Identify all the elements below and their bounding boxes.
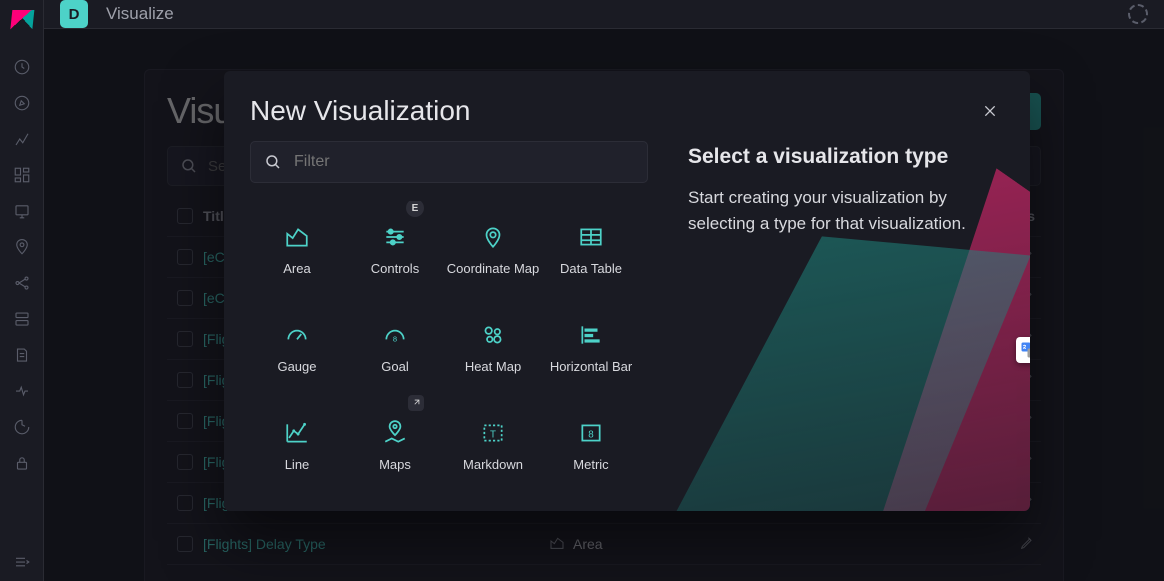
- close-icon[interactable]: [976, 97, 1004, 125]
- nav-apm-icon[interactable]: [13, 382, 31, 400]
- experimental-badge: E: [406, 201, 424, 217]
- new-visualization-modal: New Visualization Area E Controls Coordinat…: [224, 71, 1030, 511]
- viz-type-label: Maps: [379, 457, 411, 473]
- nav-logs-icon[interactable]: [13, 346, 31, 364]
- nav-ml-icon[interactable]: [13, 274, 31, 292]
- nav-maps-icon[interactable]: [13, 238, 31, 256]
- modal-description: Start creating your visualization by sel…: [688, 185, 988, 238]
- pin-icon: [480, 223, 506, 251]
- viz-type-horizontal-bar[interactable]: Horizontal Bar: [544, 299, 638, 391]
- nav-security-icon[interactable]: [13, 454, 31, 472]
- search-icon: [264, 153, 282, 171]
- viz-type-heat-map[interactable]: Heat Map: [446, 299, 540, 391]
- metric-icon: 8: [578, 419, 604, 447]
- viz-type-data-table[interactable]: Data Table: [544, 201, 638, 293]
- maps-icon: [382, 419, 408, 447]
- viz-type-line[interactable]: Line: [250, 397, 344, 489]
- google-translate-icon[interactable]: A: [1016, 337, 1030, 363]
- goal-icon: 8: [382, 321, 408, 349]
- nav-uptime-icon[interactable]: [13, 418, 31, 436]
- viz-type-label: Area: [283, 261, 310, 277]
- hbar-icon: [578, 321, 604, 349]
- gauge-icon: [284, 321, 310, 349]
- filter-input[interactable]: [294, 153, 634, 171]
- viz-type-label: Markdown: [463, 457, 523, 473]
- line-icon: [284, 419, 310, 447]
- svg-text:8: 8: [393, 334, 397, 343]
- viz-type-coordinate-map[interactable]: Coordinate Map: [446, 201, 540, 293]
- topbar: D Visualize: [44, 0, 1164, 29]
- table-icon: [578, 223, 604, 251]
- viz-type-label: Data Table: [560, 261, 622, 277]
- nav-recent-icon[interactable]: [13, 58, 31, 76]
- viz-type-label: Gauge: [277, 359, 316, 375]
- space-selector[interactable]: D: [60, 0, 88, 28]
- viz-type-metric[interactable]: 8 Metric: [544, 397, 638, 489]
- viz-type-label: Coordinate Map: [447, 261, 540, 277]
- nav-collapse-icon[interactable]: [13, 553, 31, 571]
- nav-dashboard-icon[interactable]: [13, 166, 31, 184]
- modal-subheading: Select a visualization type: [688, 145, 1004, 169]
- nav-infra-icon[interactable]: [13, 310, 31, 328]
- viz-type-gauge[interactable]: Gauge: [250, 299, 344, 391]
- viz-type-controls[interactable]: E Controls: [348, 201, 442, 293]
- controls-icon: [382, 223, 408, 251]
- viz-type-filter[interactable]: [250, 141, 648, 183]
- modal-title: New Visualization: [250, 95, 471, 127]
- viz-type-label: Line: [285, 457, 310, 473]
- heatmap-icon: [480, 321, 506, 349]
- nav-canvas-icon[interactable]: [13, 202, 31, 220]
- global-sidenav: [0, 0, 44, 581]
- nav-visualize-icon[interactable]: [13, 130, 31, 148]
- breadcrumb[interactable]: Visualize: [106, 4, 174, 24]
- viz-type-label: Heat Map: [465, 359, 521, 375]
- viz-type-goal[interactable]: 8 Goal: [348, 299, 442, 391]
- markdown-icon: T: [480, 419, 506, 447]
- viz-type-maps[interactable]: Maps: [348, 397, 442, 489]
- news-feed-icon[interactable]: [1128, 4, 1148, 24]
- viz-type-label: Controls: [371, 261, 419, 277]
- viz-type-label: Goal: [381, 359, 408, 375]
- external-link-icon: [408, 395, 424, 411]
- viz-type-markdown[interactable]: T Markdown: [446, 397, 540, 489]
- area-icon: [284, 223, 310, 251]
- viz-type-label: Horizontal Bar: [550, 359, 632, 375]
- kibana-logo-icon[interactable]: [9, 10, 34, 36]
- nav-discover-icon[interactable]: [13, 94, 31, 112]
- viz-type-label: Metric: [573, 457, 608, 473]
- svg-text:8: 8: [588, 429, 593, 440]
- viz-type-area[interactable]: Area: [250, 201, 344, 293]
- viz-type-grid: Area E Controls Coordinate Map Data Table Gau…: [250, 201, 638, 489]
- svg-text:T: T: [490, 429, 496, 440]
